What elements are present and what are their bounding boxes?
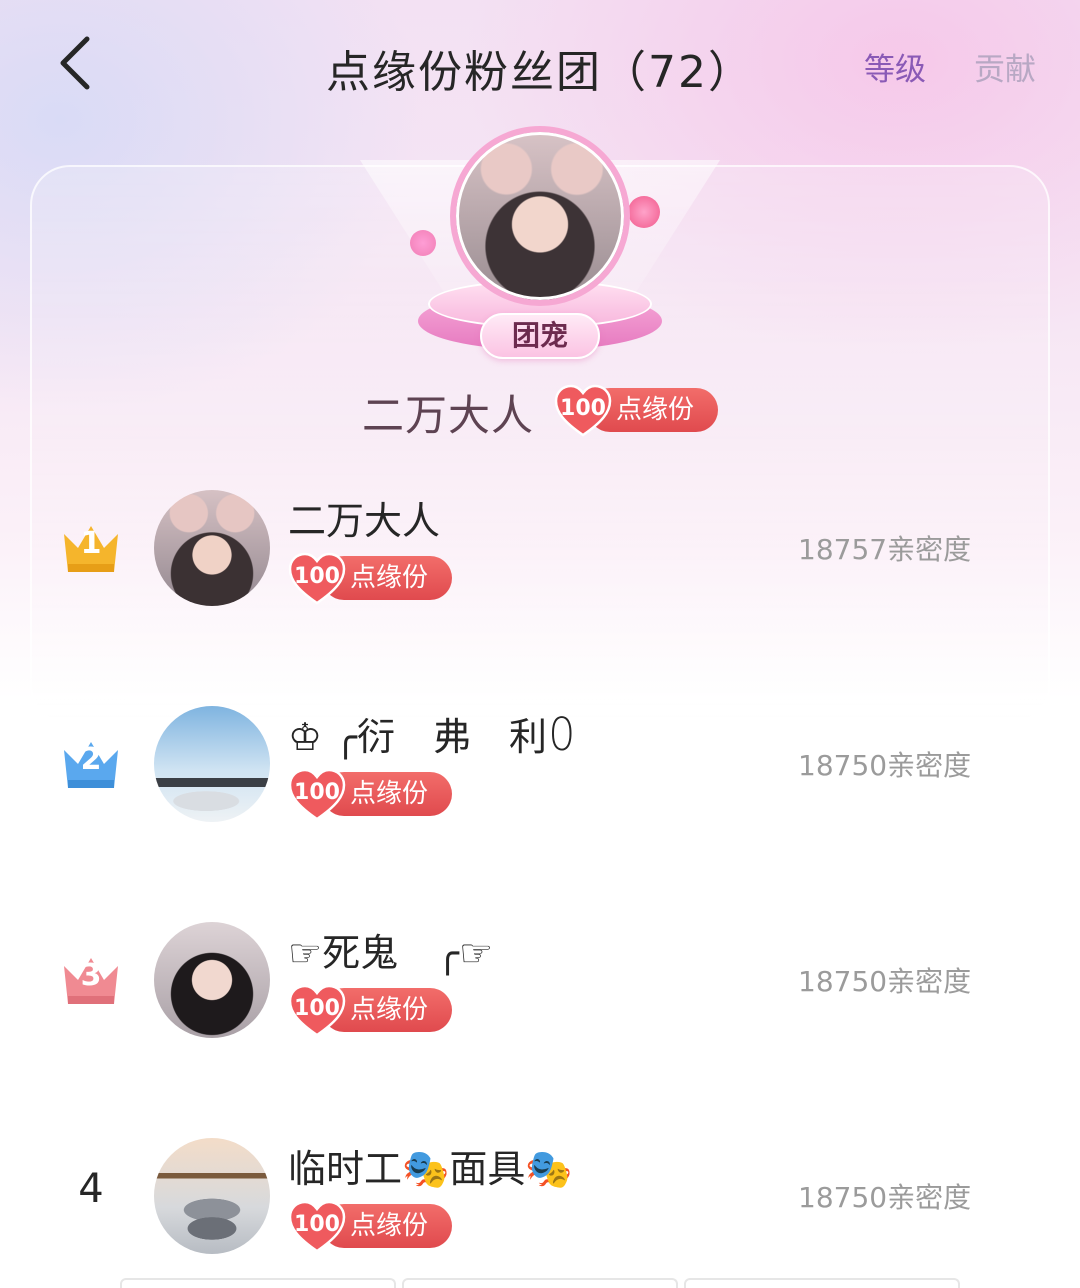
intimacy-score: 18750亲密度 bbox=[798, 749, 972, 782]
ranking-row[interactable]: 3 ☞死鬼 ╭☞ 点缘份 100 18750亲密度 bbox=[0, 922, 1080, 1072]
user-name: 二万大人 bbox=[288, 499, 441, 543]
level-badge: 点缘份 100 bbox=[288, 768, 454, 822]
intimacy-score: 18757亲密度 bbox=[798, 533, 972, 566]
back-button[interactable] bbox=[40, 28, 110, 98]
heart-decoration-icon bbox=[410, 230, 436, 256]
badge-level: 100 bbox=[294, 996, 340, 1021]
pet-avatar[interactable] bbox=[450, 126, 630, 306]
bottom-tab[interactable] bbox=[684, 1278, 960, 1288]
page-title: 点缘份粉丝团（72） bbox=[326, 47, 754, 98]
bottom-tab[interactable] bbox=[402, 1278, 678, 1288]
avatar[interactable] bbox=[154, 706, 270, 822]
avatar[interactable] bbox=[154, 490, 270, 606]
badge-level: 100 bbox=[294, 1212, 340, 1237]
intimacy-score: 18750亲密度 bbox=[798, 965, 972, 998]
ranking-row[interactable]: 1 二万大人 点缘份 100 18757亲密度 bbox=[0, 490, 1080, 640]
avatar[interactable] bbox=[154, 1138, 270, 1254]
tab-level[interactable]: 等级 bbox=[864, 44, 926, 89]
rank-number: 3 bbox=[80, 958, 102, 993]
level-badge: 点缘份 100 bbox=[288, 1200, 454, 1254]
ranking-row[interactable]: 4 临时工🎭面具🎭 点缘份 100 18750亲密度 bbox=[0, 1138, 1080, 1288]
top-bar: 点缘份粉丝团（72） 等级 贡献 bbox=[0, 0, 1080, 130]
badge-level: 100 bbox=[294, 564, 340, 589]
user-name: ☞死鬼 ╭☞ bbox=[288, 931, 494, 975]
chevron-left-icon bbox=[60, 36, 90, 90]
rank-number: 2 bbox=[80, 742, 102, 777]
intimacy-score: 18750亲密度 bbox=[798, 1181, 972, 1214]
tab-contribution[interactable]: 贡献 bbox=[974, 44, 1036, 89]
bottom-tab[interactable] bbox=[120, 1278, 396, 1288]
pet-name: 二万大人 bbox=[362, 391, 535, 440]
heart-decoration-icon bbox=[628, 196, 660, 228]
user-name: ♔ ╭衍 弗 利ꄲ bbox=[288, 715, 577, 759]
rank-number: 1 bbox=[80, 526, 102, 561]
avatar[interactable] bbox=[154, 922, 270, 1038]
pet-label: 团宠 bbox=[480, 313, 600, 359]
pet-level-badge: 点缘份 100 bbox=[554, 384, 720, 438]
badge-level: 100 bbox=[294, 780, 340, 805]
level-badge: 点缘份 100 bbox=[288, 984, 454, 1038]
bottom-tab-strip bbox=[120, 1278, 960, 1288]
rank-number: 4 bbox=[78, 1166, 104, 1212]
ranking-row[interactable]: 2 ♔ ╭衍 弗 利ꄲ 点缘份 100 18750亲密度 bbox=[0, 706, 1080, 856]
level-badge: 点缘份 100 bbox=[288, 552, 454, 606]
badge-level: 100 bbox=[560, 396, 606, 421]
user-name: 临时工🎭面具🎭 bbox=[288, 1147, 573, 1191]
